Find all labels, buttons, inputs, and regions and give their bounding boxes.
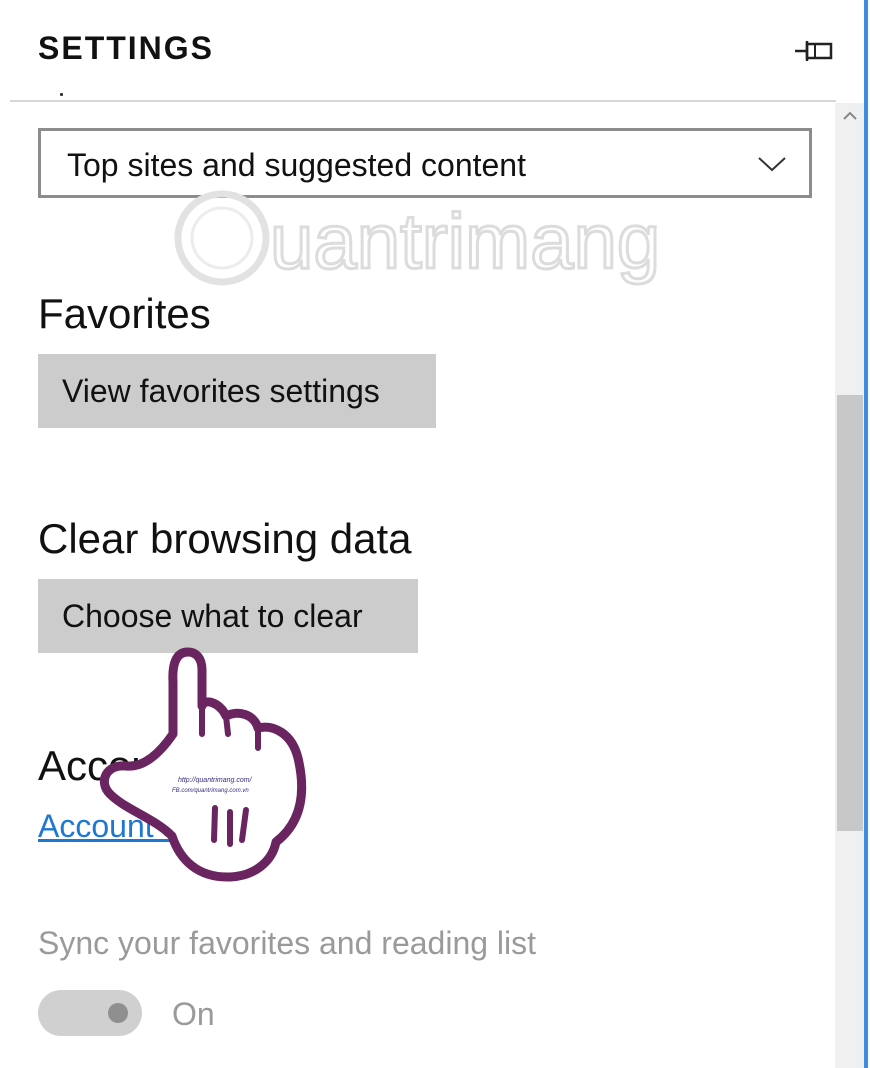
account-heading: Account	[38, 742, 190, 789]
watermark-logo: uantrimang	[174, 190, 662, 287]
dropdown-value: Top sites and suggested content	[67, 147, 526, 183]
toggle-state-label: On	[172, 996, 215, 1032]
header-divider	[10, 100, 836, 102]
chevron-down-icon	[758, 157, 786, 172]
sync-toggle[interactable]	[38, 990, 142, 1036]
view-favorites-settings-button[interactable]: View favorites settings	[38, 354, 436, 428]
start-page-dropdown[interactable]: Top sites and suggested content	[38, 128, 812, 198]
scroll-up-icon[interactable]	[840, 108, 860, 124]
clipped-text	[56, 86, 72, 100]
choose-what-to-clear-button[interactable]: Choose what to clear	[38, 579, 418, 653]
clear-data-heading: Clear browsing data	[38, 515, 412, 562]
scrollbar-thumb[interactable]	[837, 395, 863, 831]
toggle-knob	[108, 1003, 128, 1023]
favorites-heading: Favorites	[38, 290, 211, 337]
pin-icon[interactable]	[793, 36, 837, 66]
window-edge	[864, 0, 868, 1068]
page-title: SETTINGS	[38, 30, 215, 66]
settings-panel: SETTINGS Top sites and suggested content…	[0, 0, 866, 1068]
svg-text:uantrimang: uantrimang	[270, 197, 660, 285]
account-settings-link[interactable]: Account settings	[38, 808, 273, 845]
sync-label: Sync your favorites and reading list	[38, 925, 537, 961]
